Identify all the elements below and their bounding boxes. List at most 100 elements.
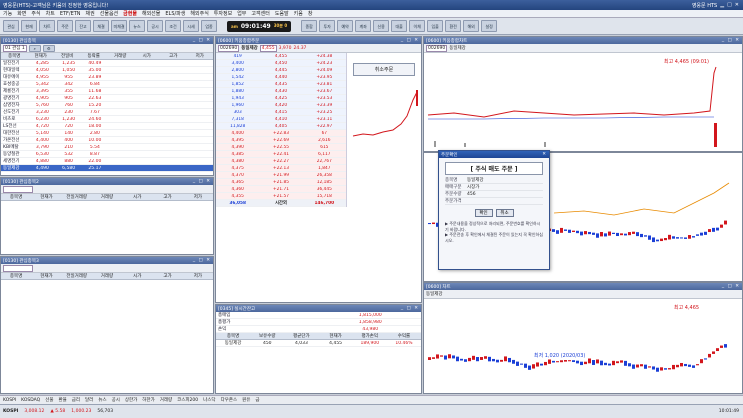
- toolbar-button[interactable]: 대출: [391, 20, 408, 32]
- menu-item[interactable]: 도움말: [275, 10, 289, 17]
- toolbar-button[interactable]: 예약: [337, 20, 354, 32]
- taskbar-item[interactable]: 거래량: [160, 397, 172, 403]
- taskbar-item[interactable]: KOSPI: [3, 398, 16, 403]
- menu-item[interactable]: 투자정보: [214, 10, 232, 17]
- menu-item[interactable]: ETF/ETN: [60, 11, 81, 17]
- minimize-icon[interactable]: ▁: [720, 2, 724, 8]
- toolbar-button[interactable]: 업종: [201, 20, 217, 32]
- menu-item[interactable]: 금현물: [123, 10, 137, 17]
- table-row[interactable]: 동일제강 4,490 6,580 25.17: [1, 165, 213, 172]
- toolbar-button[interactable]: 해외: [463, 20, 480, 32]
- window-controls-icon[interactable]: _ □ ✕: [193, 258, 213, 263]
- toolbar-button[interactable]: 환전: [445, 20, 462, 32]
- taskbar-item[interactable]: 뉴스: [98, 397, 106, 403]
- toolbar-button[interactable]: 계좌: [355, 20, 372, 32]
- taskbar-item[interactable]: 하한가: [142, 397, 154, 403]
- table-row[interactable]: 제룡전기 3,395 355 11.68: [1, 88, 213, 95]
- taskbar-item[interactable]: 달러: [85, 397, 93, 403]
- ask-row[interactable]: 1,943 4,425 +23.53: [216, 95, 346, 102]
- window-controls-icon[interactable]: _ □ ✕: [401, 38, 421, 43]
- chart-code-input[interactable]: 002690: [426, 44, 448, 52]
- group-select[interactable]: [3, 264, 33, 272]
- table-row[interactable]: 비츠로 6,230 1,230 24.60: [1, 116, 213, 123]
- menu-item[interactable]: 창: [308, 10, 313, 17]
- taskbar-item[interactable]: 코스피200: [177, 397, 198, 403]
- table-row[interactable]: 효성중공 5,342 342 6.84: [1, 81, 213, 88]
- table-row[interactable]: 가온전선 4,400 400 10.00: [1, 137, 213, 144]
- bid-row[interactable]: 4,365 +21.85 12,185: [216, 179, 346, 186]
- taskbar-item[interactable]: 금: [255, 397, 259, 403]
- toolbar-button[interactable]: 설정: [481, 20, 498, 32]
- stock-code-input[interactable]: 002690: [218, 44, 240, 52]
- menu-item[interactable]: 채권: [86, 10, 95, 17]
- bid-row[interactable]: 4,370 +21.99 26,358: [216, 172, 346, 179]
- window-controls-icon[interactable]: _ □ ✕: [722, 38, 742, 43]
- menu-item[interactable]: 주식: [31, 10, 40, 17]
- taskbar-item[interactable]: 환율: [58, 397, 66, 403]
- ask-row[interactable]: 1,880 4,430 +23.67: [216, 88, 346, 95]
- menu-item[interactable]: 키움: [294, 10, 303, 17]
- toolbar-button[interactable]: 이체: [409, 20, 426, 32]
- toolbar-button[interactable]: 현재: [21, 20, 37, 32]
- toolbar-button[interactable]: 관심: [3, 20, 19, 32]
- menu-item[interactable]: 기능: [3, 10, 12, 17]
- toolbar-button[interactable]: 투자: [319, 20, 336, 32]
- cancel-button[interactable]: 취소: [495, 209, 514, 217]
- table-row[interactable]: 동양철관 6,530 532 8.87: [1, 151, 213, 158]
- toolbar-button[interactable]: 잔고: [75, 20, 91, 32]
- table-row[interactable]: 선도전기 3,230 230 7.67: [1, 109, 213, 116]
- bid-row[interactable]: 4,360 +21.71 36,445: [216, 186, 346, 193]
- toolbar-button[interactable]: 조건: [165, 20, 181, 32]
- bid-row[interactable]: 4,395 +22.69 2,616: [216, 137, 346, 144]
- toolbar-button[interactable]: 주문: [57, 20, 73, 32]
- menu-item[interactable]: 화면: [17, 10, 26, 17]
- taskbar-item[interactable]: 선물: [45, 397, 53, 403]
- table-row[interactable]: 현대일렉 4,050 1,050 35.00: [1, 67, 213, 74]
- ask-row[interactable]: 303 4,415 +23.25: [216, 109, 346, 116]
- table-row[interactable]: 광명전기 4,905 905 22.63: [1, 95, 213, 102]
- bid-row[interactable]: 4,385 +22.41 6,117: [216, 151, 346, 158]
- ask-row[interactable]: 1,960 4,420 +23.39: [216, 102, 346, 109]
- toolbar-button[interactable]: 체결: [93, 20, 109, 32]
- taskbar-item[interactable]: 다우존스: [221, 397, 238, 403]
- search-icon[interactable]: ⌕: [28, 44, 41, 52]
- menu-item[interactable]: 선물옵션: [100, 10, 118, 17]
- ask-row[interactable]: 419 4,455 +24.38: [216, 53, 346, 60]
- table-row[interactable]: 대유에이 4,955 955 23.89: [1, 74, 213, 81]
- toolbar-button[interactable]: 공시: [147, 20, 163, 32]
- menu-item[interactable]: 해외주식: [190, 10, 208, 17]
- toolbar-button[interactable]: 시세: [183, 20, 199, 32]
- balance-row[interactable]: 동일제강 450 4,033 4,455 189,900 10.46%: [216, 340, 421, 347]
- ask-row[interactable]: 3,400 4,450 +24.23: [216, 60, 346, 67]
- bid-row[interactable]: 4,375 +22.13 1,847: [216, 165, 346, 172]
- table-row[interactable]: 세명전기 4,880 880 22.00: [1, 158, 213, 165]
- taskbar-item[interactable]: 원유: [242, 397, 250, 403]
- settings-icon[interactable]: ⚙: [42, 44, 55, 52]
- group-select[interactable]: [3, 185, 33, 193]
- maximize-icon[interactable]: □: [727, 2, 732, 8]
- ask-row[interactable]: 2,800 4,445 +24.09: [216, 67, 346, 74]
- menu-item[interactable]: ELS/파생: [165, 10, 185, 17]
- bid-row[interactable]: 4,380 +22.27 22,767: [216, 158, 346, 165]
- taskbar-item[interactable]: 공시: [112, 397, 120, 403]
- table-row[interactable]: 대한전선 5,140 140 2.80: [1, 130, 213, 137]
- menu-item[interactable]: 해외선물: [142, 10, 160, 17]
- window-controls-icon[interactable]: _ □ ✕: [193, 179, 213, 184]
- cancel-order-button[interactable]: 취소주문: [353, 63, 415, 76]
- ask-row[interactable]: 7,318 4,410 +23.11: [216, 116, 346, 123]
- menu-item[interactable]: 업무: [237, 10, 246, 17]
- group-select[interactable]: 01 관심 1: [3, 44, 27, 52]
- close-icon[interactable]: ✕: [542, 152, 549, 157]
- toolbar-button[interactable]: 종합: [301, 20, 318, 32]
- taskbar-item[interactable]: 상한가: [125, 397, 137, 403]
- toolbar-button[interactable]: 차트: [39, 20, 55, 32]
- ask-row[interactable]: 1,852 4,435 +23.81: [216, 81, 346, 88]
- bid-row[interactable]: 4,400 +22.83 67: [216, 130, 346, 137]
- toolbar-button[interactable]: 입출: [427, 20, 444, 32]
- toolbar-button[interactable]: 뉴스: [129, 20, 145, 32]
- table-row[interactable]: KBI메탈 3,790 210 5.54: [1, 144, 213, 151]
- ask-row[interactable]: 1,542 4,440 +23.95: [216, 74, 346, 81]
- taskbar-item[interactable]: 나스닥: [203, 397, 215, 403]
- close-icon[interactable]: ✕: [735, 2, 739, 8]
- table-row[interactable]: 일진전기 4,285 1,235 40.49: [1, 60, 213, 67]
